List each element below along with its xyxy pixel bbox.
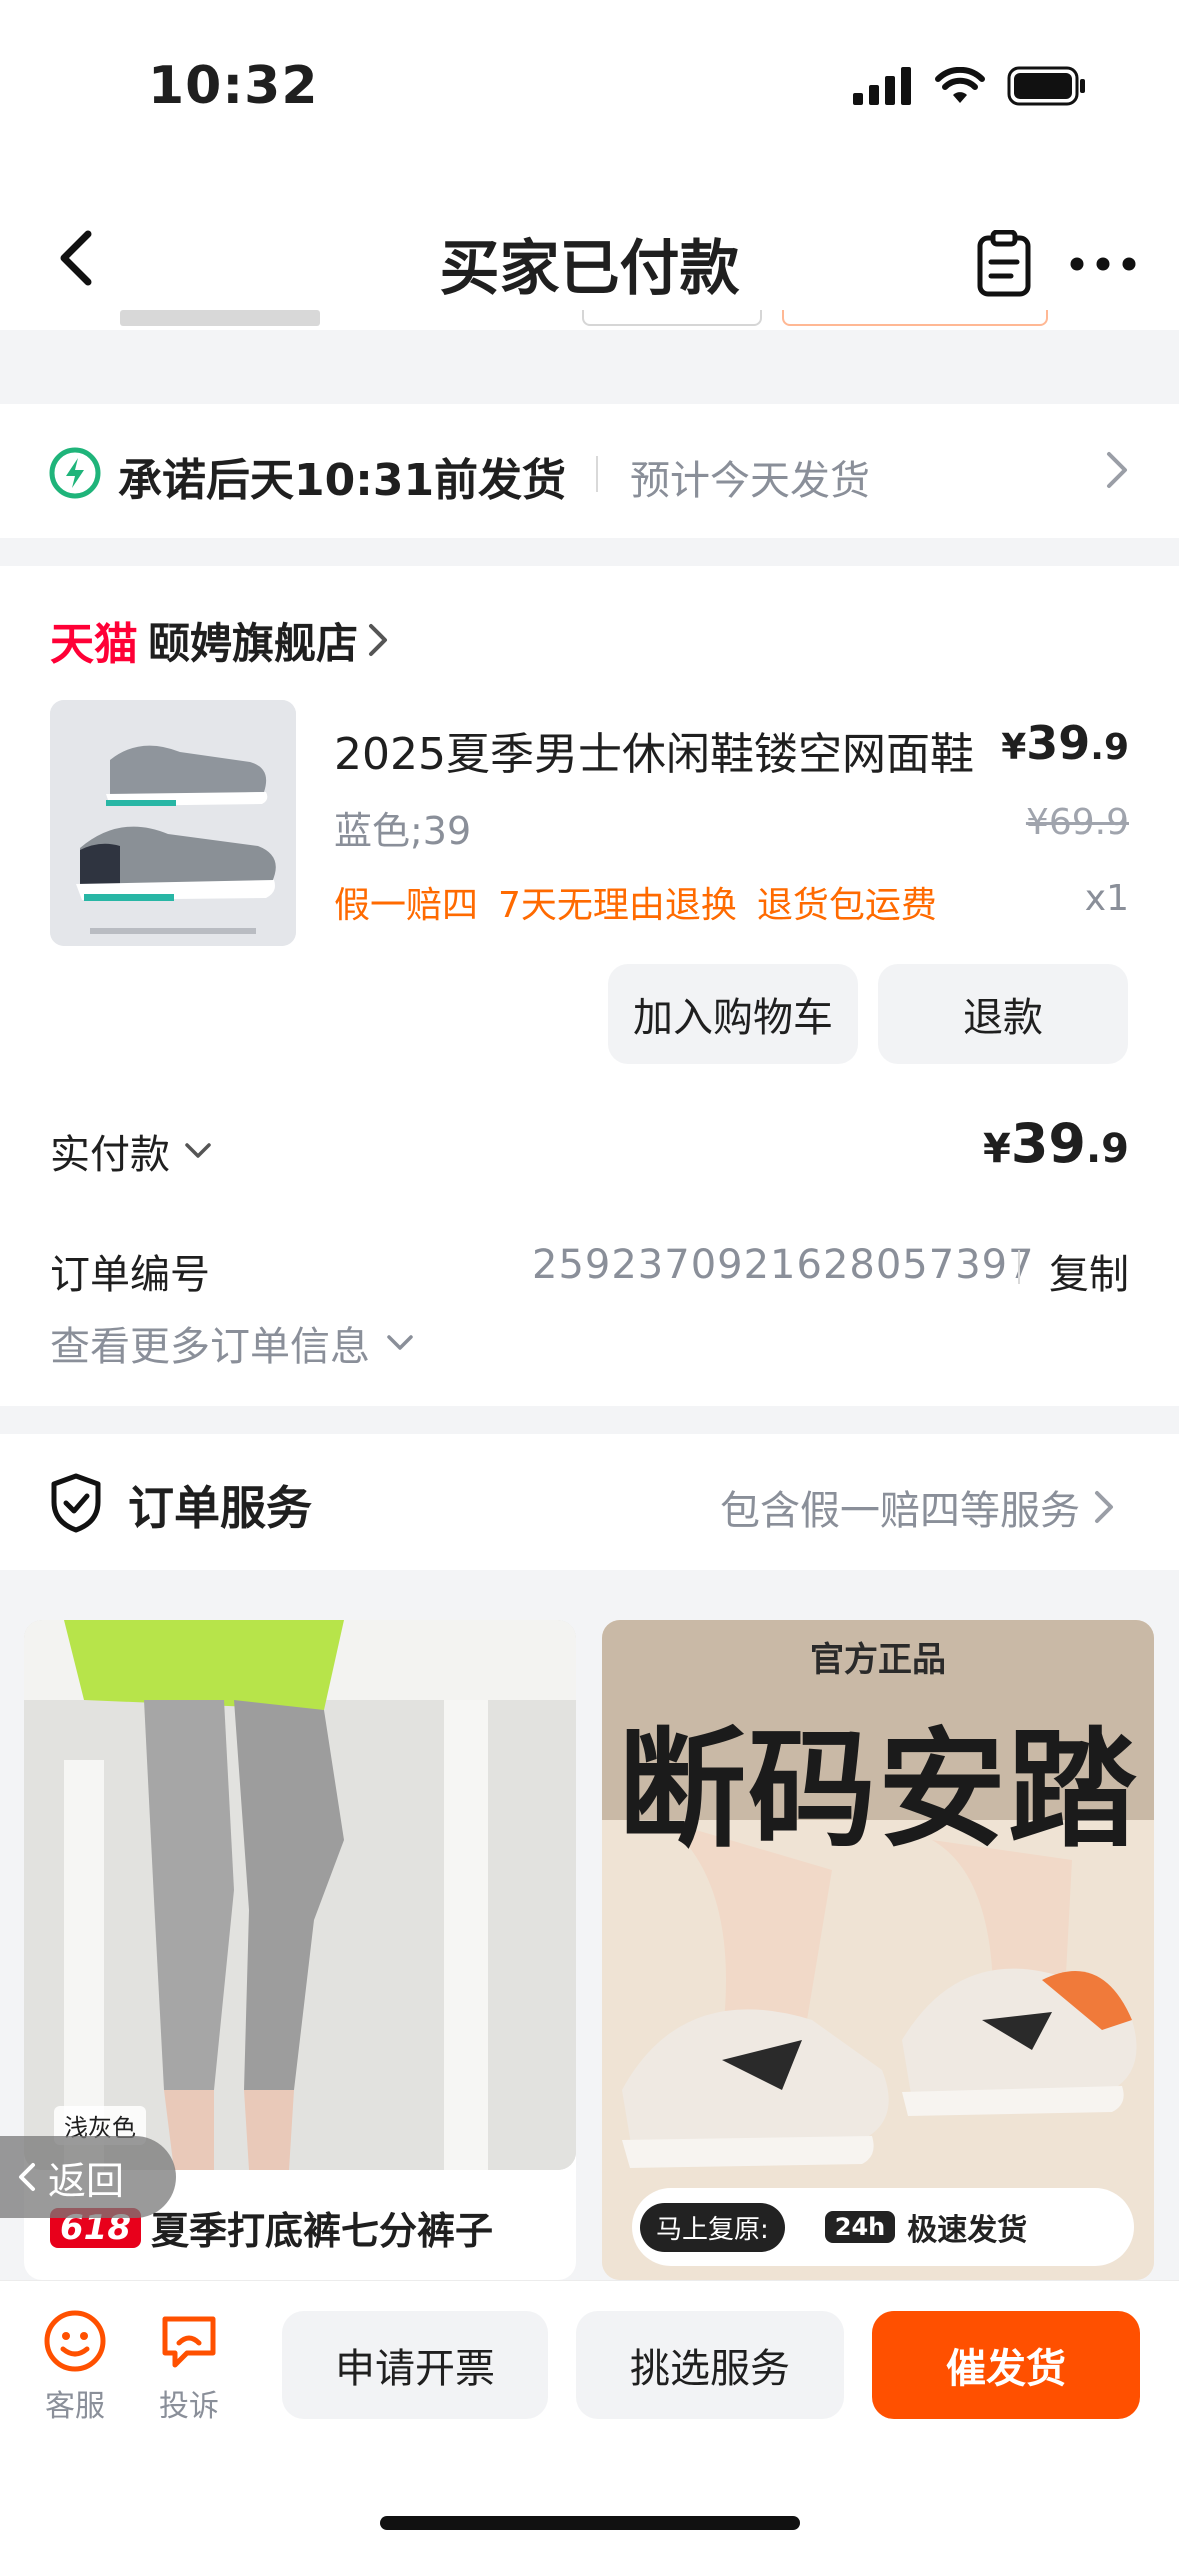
ad-footer: 马上复原: 24h 极速发货 [632,2188,1134,2266]
customer-service-label: 客服 [45,2389,105,2424]
service-tag: 退货包运费 [756,885,937,926]
shop-header[interactable]: 天猫 颐娉旗舰店 [50,608,388,672]
wifi-icon [935,67,985,103]
copy-button[interactable]: 复制 [1049,1242,1129,1300]
amount-integer: 39 [1010,1112,1086,1175]
shoe-image [50,700,296,946]
complaint-button[interactable]: 投诉 [144,2309,234,2425]
more-order-info-toggle[interactable]: 查看更多订单信息 [50,1314,414,1372]
home-indicator[interactable] [380,2516,800,2530]
more-button[interactable] [1063,224,1143,304]
apply-invoice-button[interactable]: 申请开票 [282,2311,548,2419]
pick-service-button[interactable]: 挑选服务 [576,2311,844,2419]
ad-fast-ship: 极速发货 [907,2213,1028,2248]
order-record-button[interactable] [969,224,1039,304]
order-service-summary: 包含假一赔四等服务 [720,1478,1114,1536]
divider [1018,1250,1020,1284]
recommend-card[interactable]: 官方正品 断码安踏 马上复原: 24h 极速发货 [602,1620,1154,2280]
order-number-label: 订单编号 [50,1252,210,1298]
divider [596,456,598,492]
customer-service-button[interactable]: 客服 [30,2309,120,2425]
product-quantity: x1 [1084,878,1129,919]
order-card: 天猫 颐娉旗舰店 2025夏季男士休闲鞋镂空网面鞋 ¥39.9 蓝色;39 ¥6… [0,566,1179,1406]
floating-back-button[interactable]: 返回 [0,2136,176,2218]
product-image[interactable] [50,700,296,946]
floating-back-label: 返回 [48,2158,125,2203]
order-service-title: 订单服务 [128,1481,312,1535]
urge-shipping-button[interactable]: 催发货 [872,2311,1140,2419]
service-tag: 假一赔四 [334,885,479,926]
chevron-right-icon [369,624,388,656]
refund-button[interactable]: 退款 [878,964,1128,1064]
original-price: ¥69.9 [1025,802,1129,843]
battery-icon [1007,66,1085,106]
leggings-image [24,1620,576,2170]
service-tag: 7天无理由退换 [498,885,737,926]
order-number: 2592370921628057397 [532,1242,1035,1288]
price-decimal: .9 [1090,727,1129,768]
currency-symbol: ¥ [1001,727,1027,768]
chevron-left-icon [19,2163,35,2191]
product-price: ¥39.9 [1001,716,1129,770]
ad-headline: 官方正品 [810,1640,946,1680]
complaint-icon [162,2316,216,2368]
product-title[interactable]: 2025夏季男士休闲鞋镂空网面鞋 [334,718,974,782]
bottom-action-bar: 客服 投诉 申请开票 挑选服务 催发货 [0,2280,1179,2556]
paid-amount: ¥39.9 [983,1112,1129,1175]
shield-check-icon [51,1473,101,1533]
service-tags: 假一赔四 7天无理由退换 退货包运费 [334,876,937,928]
signal-icon [853,67,911,105]
more-dots-icon [1070,257,1136,271]
currency-symbol: ¥ [982,1126,1011,1172]
recommend-title-text: 夏季打底裤七分裤子 [150,2209,493,2253]
shipping-promise-row[interactable]: 承诺后天10:31前发货 预计今天发货 [0,404,1179,538]
customer-service-icon [44,2310,106,2372]
scrolled-content-peek [0,310,1179,340]
status-icons [853,66,1087,106]
status-time: 10:32 [148,56,319,116]
chevron-right-icon [1107,452,1127,488]
price-integer: 39 [1026,716,1091,770]
add-to-cart-button[interactable]: 加入购物车 [608,964,858,1064]
product-sku: 蓝色;39 [334,809,472,853]
order-service-row[interactable]: 订单服务 包含假一赔四等服务 [0,1434,1179,1570]
chevron-down-icon [387,1335,413,1350]
shipping-promise: 承诺后天10:31前发货 [118,455,567,506]
shipping-estimate: 预计今天发货 [630,458,870,504]
paid-label: 实付款 [50,1132,170,1178]
ad-slogan: 断码安踏 [617,1716,1138,1865]
more-order-info-label: 查看更多订单信息 [50,1324,370,1370]
recommend-image: 浅灰色 [24,1620,576,2170]
order-service-summary-text: 包含假一赔四等服务 [720,1488,1080,1534]
clipboard-icon [977,230,1031,297]
ad-24h-badge: 24h [824,2211,896,2243]
tmall-logo: 天猫 [50,619,138,670]
lightning-icon [49,447,101,499]
chevron-down-icon [185,1143,211,1158]
chevron-right-icon [1095,1491,1113,1523]
shop-name: 颐娉旗舰店 [148,618,359,668]
complaint-label: 投诉 [159,2389,219,2424]
ad-footer-left: 马上复原: [640,2202,785,2252]
status-bar: 10:32 [0,0,1179,180]
amount-decimal: .9 [1085,1126,1129,1172]
paid-amount-toggle[interactable]: 实付款 [50,1122,212,1180]
nav-bar: 买家已付款 [0,180,1179,330]
